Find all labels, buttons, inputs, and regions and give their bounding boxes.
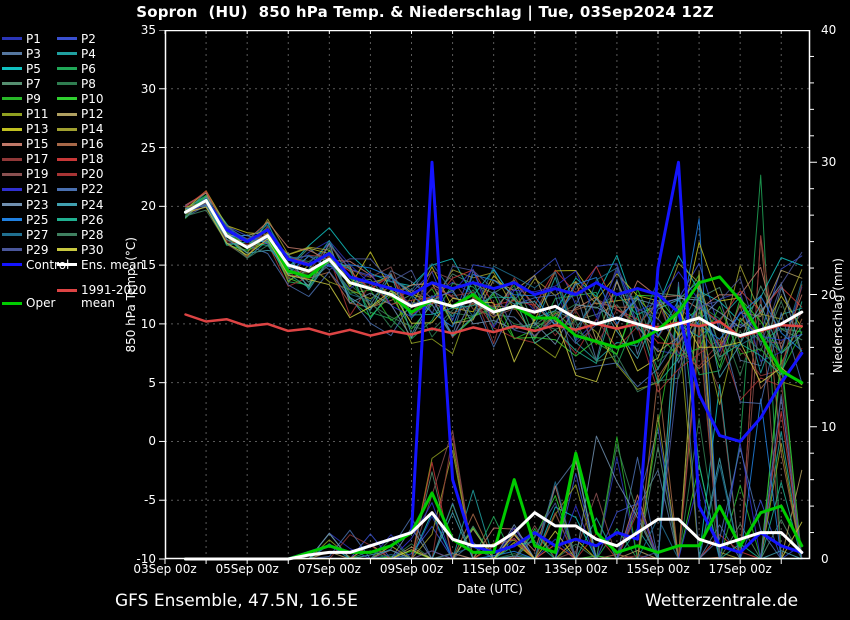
tick-label-x: 13Sep 00z [534,563,618,575]
plot-area [157,30,818,574]
tick-label-y-right: 30 [821,156,836,168]
legend-swatch-climate [57,289,77,292]
legend-label: P21 [26,183,49,195]
legend-label: P27 [26,229,49,241]
legend-swatch [57,67,77,70]
legend-item-P25: P25 [2,212,57,227]
legend-label: P22 [81,183,104,195]
legend-swatch [57,173,77,176]
tick-label-x: 05Sep 00z [205,563,289,575]
tick-label-x: 07Sep 00z [287,563,371,575]
legend-item-P11: P11 [2,106,57,121]
tick-label-x: 03Sep 00z [123,563,207,575]
legend-swatch [57,97,77,100]
footer-model-info: GFS Ensemble, 47.5N, 16.5E [115,591,358,611]
legend-item-P12: P12 [57,106,137,121]
legend-swatch [2,52,22,55]
legend-swatch [57,37,77,40]
legend-swatch [2,248,22,251]
tick-label-y-left: 20 [0,200,156,212]
legend-item-P4: P4 [57,46,137,61]
tick-label-y-right: 40 [821,24,836,36]
legend-item-P17: P17 [2,152,57,167]
legend-item-P13: P13 [2,122,57,137]
legend-swatch [57,188,77,191]
tick-label-x: 09Sep 00z [369,563,453,575]
legend-item-P26: P26 [57,212,137,227]
legend-item-P22: P22 [57,182,137,197]
legend-label: P19 [26,168,49,180]
legend-label: P6 [81,63,96,75]
legend-item-P20: P20 [57,167,137,182]
legend-label: P4 [81,48,96,60]
tick-label-y-right: 10 [821,421,836,433]
legend-swatch [57,233,77,236]
tick-label-x: 15Sep 00z [616,563,700,575]
legend-swatch [57,158,77,161]
meteogram-app: Sopron (HU) 850 hPa Temp. & Niederschlag… [0,0,850,620]
tick-label-x: 11Sep 00z [452,563,536,575]
legend-label: P11 [26,108,49,120]
tick-label-y-right: 0 [821,553,829,565]
tick-label-y-left: 5 [0,377,156,389]
legend-swatch [2,218,22,221]
tick-label-y-left: 25 [0,142,156,154]
y-right-axis-title: Niederschlag (mm) [831,258,845,373]
legend-swatch [57,218,77,221]
legend-swatch [57,113,77,116]
legend-item-oper: Oper [2,297,55,309]
legend-swatch [2,233,22,236]
legend-item-P21: P21 [2,182,57,197]
legend-item-P18: P18 [57,152,137,167]
legend-label: P20 [81,168,104,180]
legend-label: P14 [81,123,104,135]
legend-item-P6: P6 [57,61,137,76]
legend-item-P14: P14 [57,122,137,137]
x-axis-title: Date (UTC) [415,582,565,596]
legend-swatch [2,67,22,70]
legend-label: P3 [26,48,41,60]
legend-item-climate-mean: 1991-2020 mean [57,284,167,309]
tick-label-y-left: 35 [0,24,156,36]
legend-item-P3: P3 [2,46,57,61]
legend-swatch-oper [2,302,22,305]
chart-svg [157,30,818,570]
legend-item-P5: P5 [2,61,57,76]
tick-label-y-left: 0 [0,435,156,447]
legend-item-P27: P27 [2,227,57,242]
legend-label: P17 [26,153,49,165]
legend-swatch [2,188,22,191]
tick-label-y-left: -5 [0,494,156,506]
legend-swatch [2,158,22,161]
legend-label: P26 [81,214,104,226]
tick-label-x: 17Sep 00z [698,563,782,575]
footer-site-name: Wetterzentrale.de [645,591,800,611]
legend-label: P28 [81,229,104,241]
legend-label-oper: Oper [26,297,55,309]
legend-item-P19: P19 [2,167,57,182]
chart-title: Sopron (HU) 850 hPa Temp. & Niederschlag… [0,3,850,21]
legend-label: P18 [81,153,104,165]
legend-swatch [57,52,77,55]
legend-swatch [57,128,77,131]
legend-label-climate: 1991-2020 mean [81,284,157,309]
legend-swatch [2,37,22,40]
legend-swatch [2,113,22,116]
legend-label: P25 [26,214,49,226]
legend-label: P30 [81,244,104,256]
tick-label-y-left: 30 [0,83,156,95]
legend-swatch [57,248,77,251]
legend-swatch [2,128,22,131]
legend-label: P12 [81,108,104,120]
legend-label: P29 [26,244,49,256]
y-left-axis-title: 850 hPa Temp. (°C) [124,237,138,353]
legend-swatch [2,97,22,100]
legend-label: P5 [26,63,41,75]
legend-label: P13 [26,123,49,135]
legend-swatch [2,173,22,176]
legend-item-P29: P29 [2,242,57,257]
